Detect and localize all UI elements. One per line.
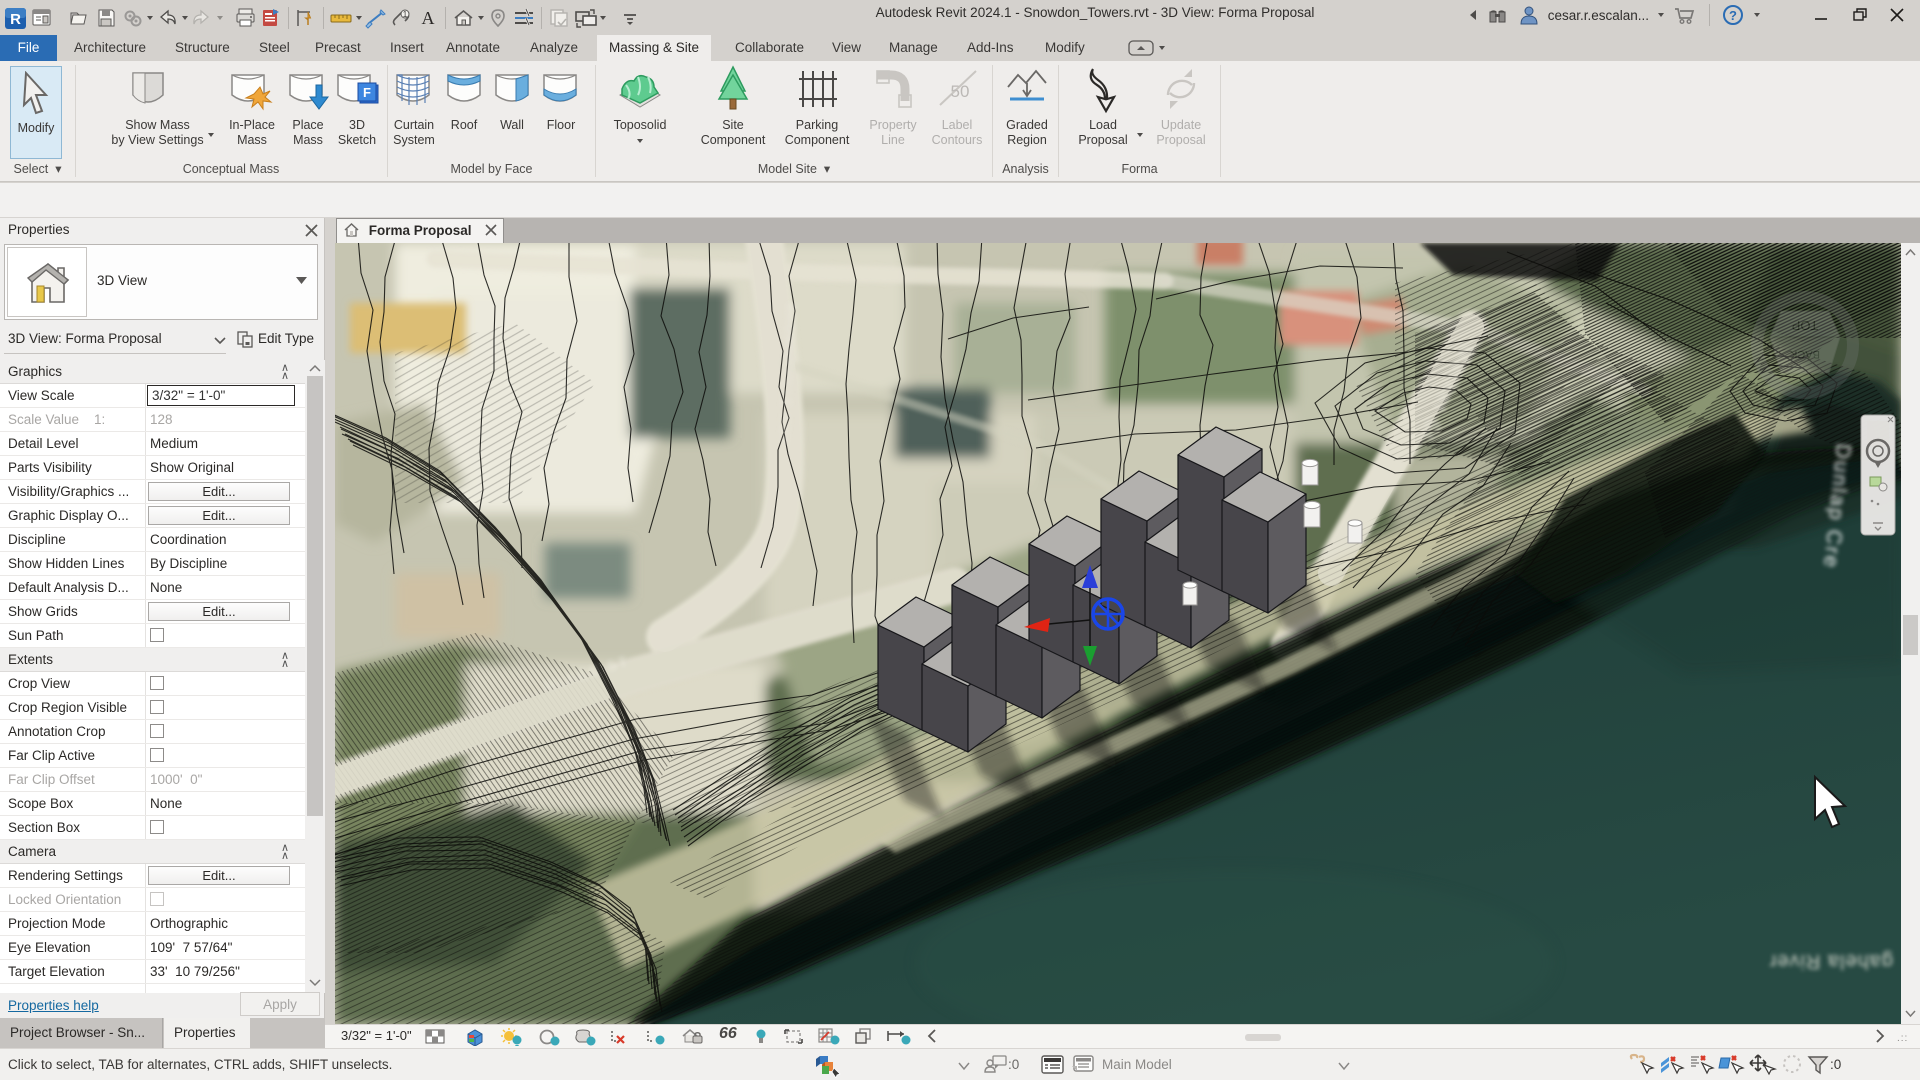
svg-text:?: ?	[1729, 8, 1737, 23]
svg-text:F: F	[363, 85, 371, 100]
svg-text:R: R	[10, 11, 21, 28]
svg-text:gahela River: gahela River	[1769, 950, 1893, 972]
svg-text:50: 50	[951, 82, 970, 101]
svg-text:BACK: BACK	[1789, 348, 1820, 360]
svg-text:TOP: TOP	[1792, 318, 1819, 333]
